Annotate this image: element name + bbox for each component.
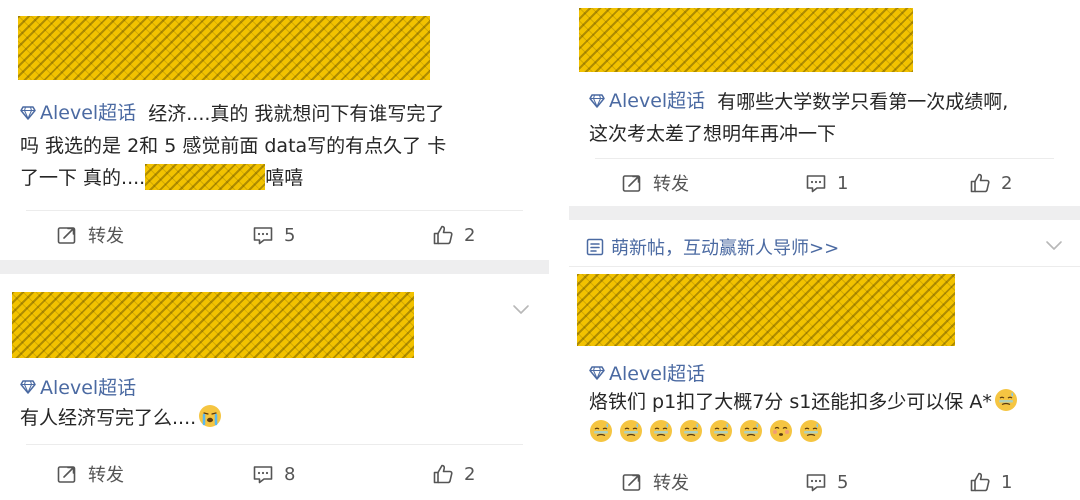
repost-icon [56,463,78,485]
diamond-icon [20,106,36,120]
topic-link[interactable]: Alevel超话 [589,359,705,386]
thumbs-up-icon [432,224,454,246]
diamond-icon [20,380,36,394]
diamond-icon [589,94,605,108]
like-button[interactable]: 2 [432,224,475,246]
feed-separator [0,260,549,274]
topic-link[interactable]: Alevel超话 [20,97,136,129]
comment-icon [805,471,827,493]
like-button[interactable]: 2 [432,463,475,485]
repost-button[interactable]: 转发 [56,222,124,248]
comment-button[interactable]: 1 [805,172,848,194]
repost-icon [621,172,643,194]
comment-icon [252,224,274,246]
divider [595,158,1054,159]
like-button[interactable]: 2 [969,172,1012,194]
redacted-username-block [577,274,955,346]
post-actions: 转发 1 2 [569,163,1080,203]
post-actions: 转发 5 1 [569,462,1080,500]
feed-separator [569,206,1080,220]
topic-link[interactable]: Alevel超话 [20,373,136,400]
feed-column-left: Alevel超话 经济....真的 我就想问下有谁写完了 吗 我选的是 2和 5… [0,0,549,500]
divider [26,444,523,445]
post-body[interactable]: 有人经济写完了么.... [20,402,222,434]
like-button[interactable]: 1 [969,471,1012,493]
comment-icon [252,463,274,485]
sweat-face-icon [619,419,643,443]
note-icon [585,237,605,257]
post-card[interactable]: Alevel超话 有哪些大学数学只看第一次成绩啊, 这次考太差了想明年再冲一下 … [569,0,1080,206]
post-card[interactable]: Alevel超话 有人经济写完了么.... 转发 8 2 [0,274,549,500]
feed-column-right: Alevel超话 有哪些大学数学只看第一次成绩啊, 这次考太差了想明年再冲一下 … [569,0,1080,500]
comment-icon [805,172,827,194]
comment-button[interactable]: 5 [805,471,848,493]
repost-button[interactable]: 转发 [56,461,124,487]
thumbs-up-icon [432,463,454,485]
sweat-face-icon [589,419,613,443]
post-actions: 转发 8 2 [0,454,549,494]
crying-face-icon [198,404,222,428]
redacted-username-block [579,8,913,72]
topic-link[interactable]: Alevel超话 [589,85,705,117]
comment-button[interactable]: 8 [252,463,295,485]
blushing-face-icon [769,419,793,443]
divider [569,266,1080,267]
redacted-username-block [12,292,414,358]
emoji-row [589,419,829,443]
promo-link[interactable]: 萌新帖，互动赢新人导师>> [585,234,839,260]
divider [26,210,523,211]
post-card[interactable]: 萌新帖，互动赢新人导师>> Alevel超话 烙铁们 p1扣了大概7分 s1还能… [569,220,1080,500]
post-body[interactable]: 烙铁们 p1扣了大概7分 s1还能扣多少可以保 A* [589,386,1079,418]
sweat-face-icon [994,388,1018,412]
chevron-down-icon[interactable] [1045,240,1063,252]
repost-icon [56,224,78,246]
repost-button[interactable]: 转发 [621,170,689,196]
column-gutter [549,0,569,500]
post-body[interactable]: Alevel超话 有哪些大学数学只看第一次成绩啊, 这次考太差了想明年再冲一下 [589,85,1069,150]
comment-button[interactable]: 5 [252,224,295,246]
repost-icon [621,471,643,493]
sweat-face-icon [709,419,733,443]
thumbs-up-icon [969,471,991,493]
sweat-face-icon [679,419,703,443]
repost-button[interactable]: 转发 [621,469,689,495]
chevron-down-icon[interactable] [512,304,530,316]
sweat-face-icon [739,419,763,443]
post-card[interactable]: Alevel超话 经济....真的 我就想问下有谁写完了 吗 我选的是 2和 5… [0,0,549,260]
thumbs-up-icon [969,172,991,194]
redacted-text-inline [145,164,266,190]
sweat-face-icon [799,419,823,443]
sweat-face-icon [649,419,673,443]
redacted-username-block [18,16,430,80]
post-actions: 转发 5 2 [0,215,549,255]
diamond-icon [589,366,605,380]
post-body[interactable]: Alevel超话 经济....真的 我就想问下有谁写完了 吗 我选的是 2和 5… [20,97,530,194]
